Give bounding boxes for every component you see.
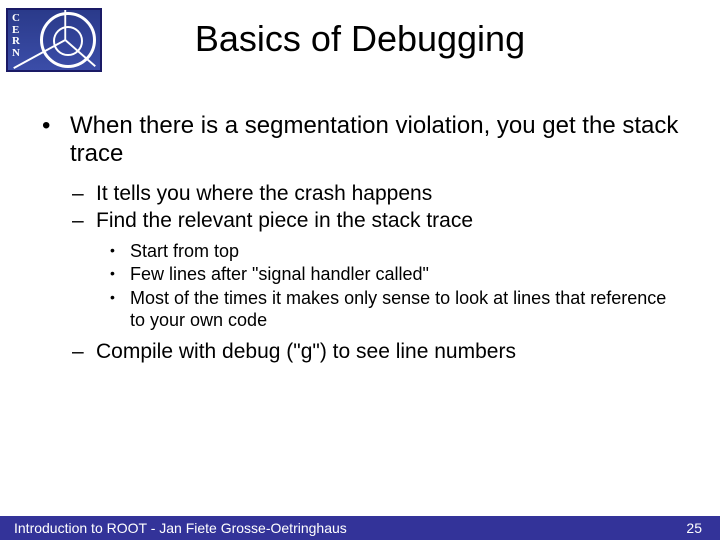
bullet-text: It tells you where the crash happens — [96, 181, 682, 207]
bullet-level3: • Most of the times it makes only sense … — [110, 287, 682, 332]
bullet-level2: – Compile with debug ("g") to see line n… — [72, 339, 682, 365]
bullet-text: Compile with debug ("g") to see line num… — [96, 339, 682, 365]
bullet-level3: • Start from top — [110, 240, 682, 263]
bullet-text: Most of the times it makes only sense to… — [130, 287, 682, 332]
bullet-level3: • Few lines after "signal handler called… — [110, 263, 682, 286]
bullet-text: Find the relevant piece in the stack tra… — [96, 208, 682, 234]
dash-bullet-icon: – — [72, 208, 96, 234]
slide-footer: Introduction to ROOT - Jan Fiete Grosse-… — [0, 516, 720, 540]
footer-page-number: 25 — [686, 520, 702, 536]
bullet-level2: – It tells you where the crash happens — [72, 181, 682, 207]
disc-bullet-icon: • — [110, 263, 130, 286]
dash-bullet-icon: – — [72, 181, 96, 207]
slide-title: Basics of Debugging — [0, 18, 720, 60]
disc-bullet-icon: • — [110, 240, 130, 263]
bullet-level2: – Find the relevant piece in the stack t… — [72, 208, 682, 234]
slide-body: • When there is a segmentation violation… — [42, 112, 682, 366]
bullet-text: When there is a segmentation violation, … — [70, 112, 682, 169]
dash-bullet-icon: – — [72, 339, 96, 365]
disc-bullet-icon: • — [42, 112, 70, 169]
bullet-text: Few lines after "signal handler called" — [130, 263, 682, 286]
footer-left-text: Introduction to ROOT - Jan Fiete Grosse-… — [14, 520, 347, 536]
slide: CERN Basics of Debugging • When there is… — [0, 0, 720, 540]
bullet-text: Start from top — [130, 240, 682, 263]
bullet-level1: • When there is a segmentation violation… — [42, 112, 682, 169]
disc-bullet-icon: • — [110, 287, 130, 332]
